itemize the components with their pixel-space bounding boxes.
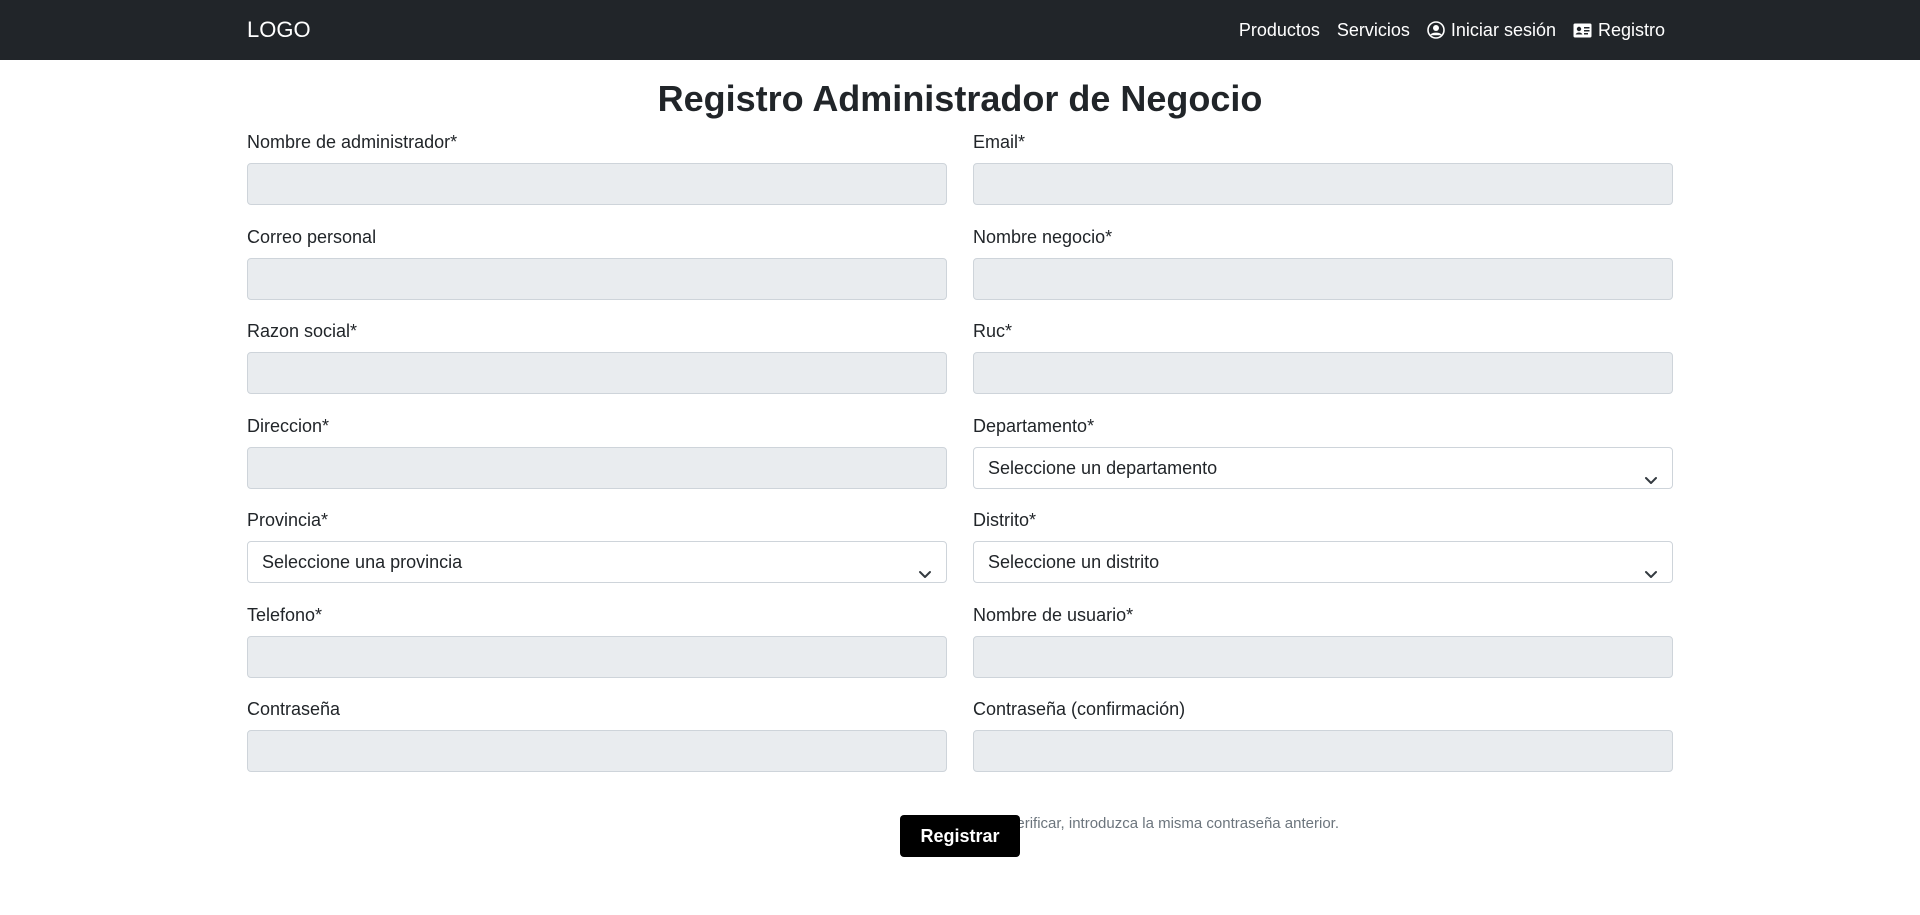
razon-social-input[interactable] (247, 352, 947, 394)
select-value: Seleccione una provincia (262, 552, 463, 572)
field-label: Provincia* (247, 510, 329, 530)
nombre-administrador-input[interactable] (247, 163, 947, 205)
id-card-icon (1573, 23, 1592, 38)
select-value: Seleccione un departamento (988, 457, 1218, 478)
nombre-negocio-input[interactable] (973, 257, 1673, 300)
nav-link-registro[interactable]: Registro (1573, 20, 1665, 41)
field-label: Nombre negocio* (973, 226, 1113, 247)
user-circle-icon (1427, 21, 1445, 39)
ruc-input[interactable] (973, 352, 1673, 394)
nav-link-label: Iniciar sesión (1450, 19, 1556, 40)
password-input[interactable] (247, 730, 947, 772)
field-label: Razon social* (247, 321, 358, 341)
direccion-input[interactable] (247, 446, 947, 489)
password-confirm-input[interactable] (973, 730, 1673, 772)
nav-link-label: Productos (1238, 19, 1320, 40)
provincia-select[interactable]: Seleccione una provincia (247, 541, 947, 583)
nav-link-label: Servicios (1336, 19, 1410, 40)
field-razon-social: Razon social* (247, 309, 947, 404)
field-provincia: Provincia* Seleccione una provincia (247, 498, 947, 593)
field-departamento: Departamento* Seleccione un departamento (973, 404, 1673, 499)
field-label: Nombre de usuario* (973, 604, 1134, 625)
nav-link-iniciar-sesion[interactable]: Iniciar sesión (1427, 20, 1556, 41)
field-label: Contraseña (confirmación) (973, 699, 1186, 719)
field-distrito: Distrito* Seleccione un distrito (973, 498, 1673, 593)
field-label: Direccion* (247, 415, 330, 436)
field-nombre-negocio: Nombre negocio* (973, 215, 1673, 310)
chevron-down-icon (918, 555, 932, 595)
chevron-down-icon (1644, 461, 1658, 501)
field-label: Distrito* (973, 510, 1037, 530)
email-input[interactable] (973, 163, 1673, 205)
distrito-select[interactable]: Seleccione un distrito (973, 541, 1673, 583)
registrar-button[interactable]: Registrar (900, 815, 1020, 857)
correo-personal-input[interactable] (247, 257, 947, 300)
select-value: Seleccione un distrito (988, 552, 1160, 572)
departamento-select[interactable]: Seleccione un departamento (973, 446, 1673, 489)
field-telefono: Telefono* (247, 593, 947, 688)
field-correo-personal: Correo personal (247, 215, 947, 310)
field-label: Ruc* (973, 321, 1013, 341)
chevron-down-icon (1644, 555, 1658, 595)
field-label: Nombre de administrador* (247, 132, 458, 152)
field-nombre-administrador: Nombre de administrador* (247, 120, 947, 215)
field-label: Email* (973, 132, 1026, 152)
nav-links: Productos Servicios Iniciar sesión Regis… (1239, 0, 1665, 60)
logo[interactable]: LOGO (247, 0, 311, 60)
field-label: Correo personal (247, 226, 377, 247)
nav-link-productos[interactable]: Productos (1239, 20, 1320, 41)
nav-link-servicios[interactable]: Servicios (1337, 20, 1410, 41)
field-nombre-usuario: Nombre de usuario* (973, 593, 1673, 688)
field-label: Contraseña (247, 699, 341, 719)
nombre-usuario-input[interactable] (973, 635, 1673, 678)
field-ruc: Ruc* (973, 309, 1673, 404)
nav-link-label: Registro (1597, 19, 1665, 40)
submit-wrap: Registrar (0, 815, 1920, 857)
field-email: Email* (973, 120, 1673, 215)
field-label: Telefono* (247, 604, 323, 625)
field-label: Departamento* (973, 415, 1095, 436)
navbar: LOGO Productos Servicios Iniciar sesión (0, 0, 1920, 60)
field-contrasena: Contraseña (247, 687, 947, 782)
field-contrasena-confirmacion: Contraseña (confirmación) Para verificar… (973, 687, 1673, 832)
field-direccion: Direccion* (247, 404, 947, 499)
registration-form: Nombre de administrador* Email* Correo p… (247, 120, 1673, 832)
telefono-input[interactable] (247, 635, 947, 678)
